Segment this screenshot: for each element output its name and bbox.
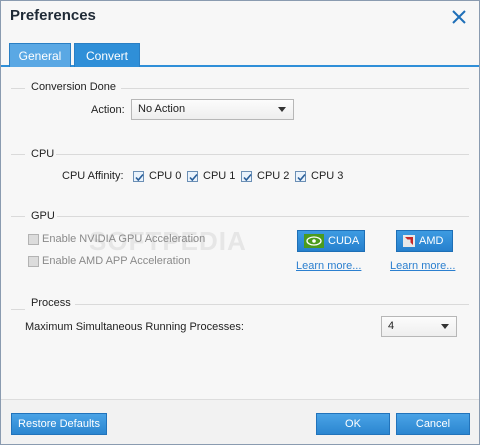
divider — [11, 154, 25, 155]
chevron-down-icon — [441, 324, 449, 329]
action-value: No Action — [138, 103, 186, 115]
checkmark-icon — [243, 173, 252, 182]
restore-defaults-button[interactable]: Restore Defaults — [11, 413, 107, 435]
action-dropdown[interactable]: No Action — [131, 99, 294, 120]
nvidia-eye-icon — [304, 234, 324, 248]
amd-logo-icon — [403, 235, 415, 247]
footer: Restore Defaults OK Cancel — [1, 399, 479, 444]
cpu-affinity-label: CPU Affinity: — [62, 170, 124, 182]
cpu-3-label: CPU 3 — [311, 170, 344, 182]
checkmark-icon — [189, 173, 198, 182]
checkmark-icon — [135, 173, 144, 182]
ok-button[interactable]: OK — [316, 413, 390, 435]
window-title: Preferences — [10, 7, 96, 24]
close-button[interactable] — [449, 7, 469, 27]
cuda-button-label: CUDA — [328, 235, 360, 247]
section-title-gpu: GPU — [31, 210, 55, 222]
nvidia-gpu-checkbox[interactable] — [28, 234, 39, 245]
chevron-down-icon — [278, 107, 286, 112]
checkmark-icon — [297, 173, 306, 182]
divider — [11, 216, 25, 217]
amd-button-label: AMD — [419, 235, 444, 247]
amd-app-label: Enable AMD APP Acceleration — [42, 255, 191, 267]
cuda-learn-more-link[interactable]: Learn more... — [296, 260, 361, 272]
max-processes-dropdown[interactable]: 4 — [381, 316, 457, 337]
divider — [11, 88, 25, 89]
cpu-3-checkbox[interactable] — [295, 171, 306, 182]
divider — [11, 309, 25, 310]
section-title-conversion-done: Conversion Done — [31, 81, 116, 93]
preferences-window: Preferences General Convert SOFTPEDIA Co… — [0, 0, 480, 445]
cpu-0-label: CPU 0 — [149, 170, 182, 182]
cpu-1-checkbox[interactable] — [187, 171, 198, 182]
cuda-button[interactable]: CUDA — [297, 230, 365, 252]
section-title-process: Process — [31, 297, 71, 309]
amd-learn-more-link[interactable]: Learn more... — [390, 260, 455, 272]
section-title-cpu: CPU — [31, 148, 55, 160]
convert-panel: SOFTPEDIA Conversion Done Action: No Act… — [1, 67, 479, 399]
max-processes-label: Maximum Simultaneous Running Processes: — [25, 321, 244, 333]
divider — [57, 216, 469, 217]
cpu-2-label: CPU 2 — [257, 170, 290, 182]
tab-general[interactable]: General — [9, 43, 71, 67]
tab-convert[interactable]: Convert — [74, 43, 140, 67]
cpu-2-checkbox[interactable] — [241, 171, 252, 182]
amd-button[interactable]: AMD — [396, 230, 453, 252]
cpu-1-label: CPU 1 — [203, 170, 236, 182]
cancel-button[interactable]: Cancel — [396, 413, 470, 435]
divider — [75, 304, 469, 305]
cpu-0-checkbox[interactable] — [133, 171, 144, 182]
max-processes-value: 4 — [388, 320, 395, 332]
nvidia-gpu-label: Enable NVIDIA GPU Acceleration — [42, 233, 206, 245]
amd-app-checkbox[interactable] — [28, 256, 39, 267]
tab-bar: General Convert — [1, 33, 479, 67]
divider — [56, 154, 469, 155]
divider — [121, 88, 469, 89]
action-label: Action: — [91, 104, 125, 116]
title-bar: Preferences — [1, 1, 479, 33]
close-icon — [452, 10, 466, 24]
